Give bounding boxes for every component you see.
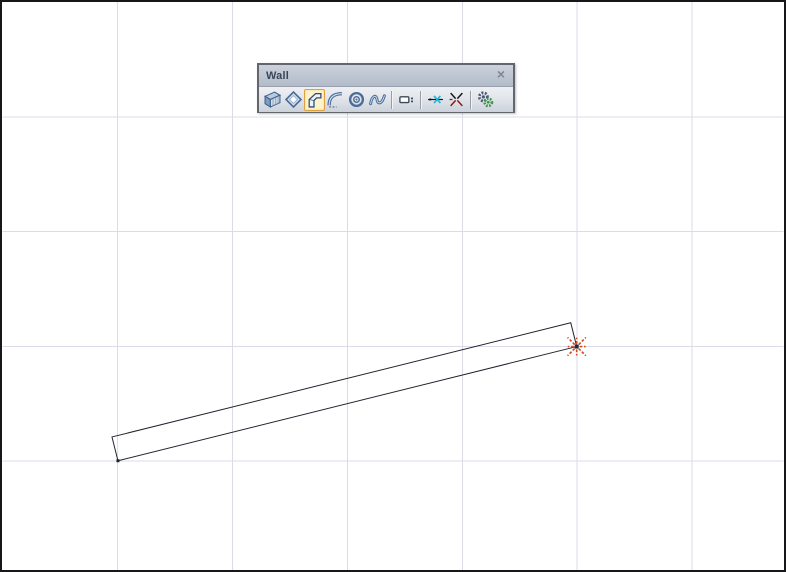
application-window: Wall × (0, 0, 786, 572)
toolbar-separator (391, 90, 393, 109)
wall-corner-button[interactable] (304, 88, 325, 111)
wall-break-button[interactable] (446, 89, 467, 111)
wall-toolbar-buttons-row (259, 87, 513, 112)
wall-circle-icon (348, 91, 365, 108)
wall-dimension-icon (399, 96, 414, 104)
wall-corner-icon (308, 93, 322, 108)
wall-polygon-icon (285, 91, 302, 108)
wall-straight-icon (264, 91, 281, 108)
toolbar-separator (420, 90, 422, 109)
wall-toolbar: Wall × (257, 63, 515, 113)
wall-circle-button[interactable] (346, 89, 367, 111)
wall-spline-icon (369, 94, 386, 106)
wall-reference-line-icon (428, 95, 443, 104)
wall-arc-button[interactable] (325, 89, 346, 111)
toolbar-title: Wall (266, 69, 290, 82)
wall-toolbar-titlebar[interactable]: Wall × (259, 65, 513, 87)
wall-spline-button[interactable] (367, 89, 388, 111)
wall-reference-line-button[interactable] (425, 89, 446, 111)
wall-straight-button[interactable] (262, 89, 283, 111)
toolbar-separator (470, 90, 472, 109)
wall-dimension-button[interactable] (396, 89, 417, 111)
wall-polygon-button[interactable] (283, 89, 304, 111)
close-icon[interactable]: × (493, 66, 509, 82)
wall-settings-gears-icon (477, 91, 494, 108)
wall-settings-button[interactable] (475, 89, 496, 111)
wall-break-icon (449, 92, 463, 107)
wall-arc-icon (327, 91, 342, 108)
